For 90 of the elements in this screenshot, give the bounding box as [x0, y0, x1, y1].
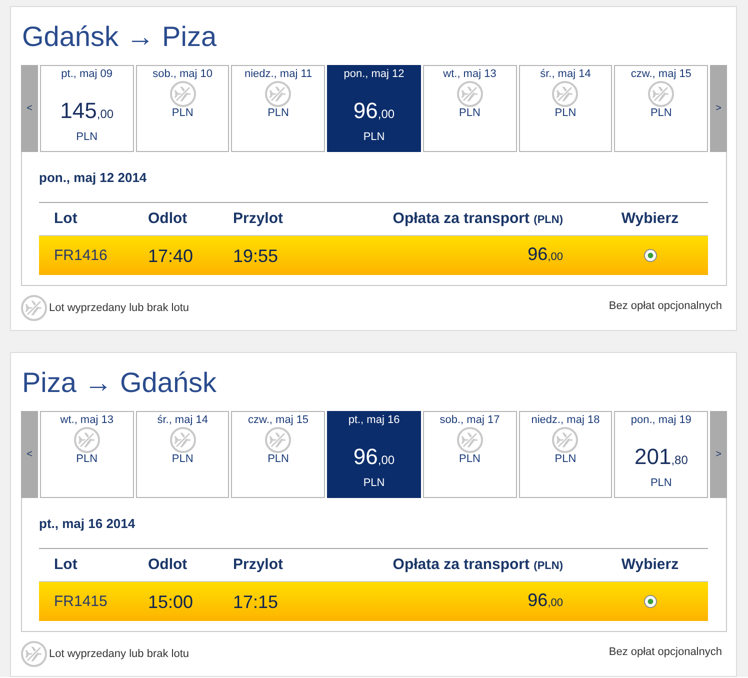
- column-header: Przylot: [233, 556, 284, 574]
- currency-label: PLN: [459, 452, 480, 466]
- optional-fees-note: Bez opłat opcjonalnych: [608, 646, 722, 658]
- fare-price: 96,00: [528, 589, 563, 612]
- column-header: Wybierz: [621, 556, 679, 574]
- currency-label: PLN: [554, 106, 576, 120]
- column-header: Odlot: [148, 556, 188, 574]
- date-tile[interactable]: pt., maj 09 145,00 PLN: [40, 65, 134, 152]
- date-tile[interactable]: pt., maj 16 96,00 PLN: [327, 411, 421, 498]
- departure-time: 15:00: [148, 590, 194, 612]
- plane-crossed-icon: [21, 641, 47, 667]
- select-radio[interactable]: [644, 595, 656, 608]
- date-tile[interactable]: niedz., maj 11 PLN: [231, 65, 326, 152]
- column-header: Lot: [54, 556, 78, 574]
- day-label: pon., maj 12: [344, 67, 404, 81]
- currency-label: PLN: [268, 106, 289, 120]
- plane-crossed-icon: [456, 427, 483, 453]
- plane-crossed-icon: [265, 427, 292, 453]
- currency-label: PLN: [650, 106, 672, 120]
- fare-price: 145,00: [60, 98, 114, 125]
- date-tile[interactable]: niedz., maj 18 PLN: [518, 411, 612, 498]
- plane-crossed-icon: [552, 427, 578, 453]
- date-tile[interactable]: wt., maj 13 PLN: [422, 65, 517, 152]
- day-label: niedz., maj 11: [244, 67, 312, 81]
- date-tile[interactable]: wt., maj 13 PLN: [40, 411, 134, 498]
- plane-crossed-icon: [456, 81, 483, 107]
- plane-crossed-icon: [170, 427, 196, 453]
- column-header: Opłata za transport (PLN): [392, 210, 563, 228]
- day-label: wt., maj 13: [443, 67, 496, 81]
- currency-label: PLN: [172, 106, 194, 120]
- column-header: Wybierz: [621, 210, 679, 228]
- currency-label: PLN: [76, 452, 98, 466]
- previous-dates-button[interactable]: <: [21, 411, 38, 498]
- day-label: niedz., maj 18: [531, 413, 600, 427]
- date-tile[interactable]: czw., maj 15 PLN: [231, 411, 326, 498]
- date-tile[interactable]: śr., maj 14 PLN: [518, 65, 612, 152]
- currency-label: PLN: [172, 452, 194, 466]
- route-title: Piza → Gdańsk: [22, 366, 217, 400]
- column-header: Lot: [54, 210, 78, 228]
- date-tile[interactable]: pon., maj 12 96,00 PLN: [327, 65, 421, 152]
- currency-label: PLN: [459, 106, 480, 120]
- select-radio[interactable]: [644, 249, 656, 262]
- date-tile[interactable]: czw., maj 15 PLN: [614, 65, 708, 152]
- next-dates-button[interactable]: >: [710, 65, 728, 152]
- plane-crossed-icon: [74, 427, 100, 453]
- day-label: śr., maj 14: [540, 67, 591, 81]
- flight-number: FR1416: [54, 246, 108, 264]
- day-label: sob., maj 10: [152, 67, 213, 81]
- fare-price: 96,00: [353, 98, 395, 125]
- day-label: śr., maj 14: [157, 413, 208, 427]
- currency-label: PLN: [650, 476, 672, 490]
- currency-label: PLN: [268, 452, 289, 466]
- legend-text: Lot wyprzedany lub brak lotu: [49, 302, 190, 314]
- date-tile[interactable]: sob., maj 17 PLN: [422, 411, 517, 498]
- selected-date-heading: pon., maj 12 2014: [39, 170, 147, 186]
- plane-crossed-icon: [265, 81, 292, 107]
- arrival-time: 17:15: [233, 590, 278, 612]
- date-tile[interactable]: sob., maj 10 PLN: [136, 65, 230, 152]
- plane-crossed-icon: [170, 81, 196, 107]
- currency-label: PLN: [363, 476, 385, 490]
- route-title: Gdańsk → Piza: [22, 20, 217, 54]
- flight-number: FR1415: [54, 592, 108, 610]
- next-dates-button[interactable]: >: [710, 411, 728, 498]
- date-tile[interactable]: śr., maj 14 PLN: [136, 411, 230, 498]
- day-label: wt., maj 13: [60, 413, 114, 427]
- column-header: Odlot: [148, 210, 188, 228]
- day-label: sob., maj 17: [440, 413, 500, 427]
- selected-date-heading: pt., maj 16 2014: [39, 516, 136, 532]
- plane-crossed-icon: [21, 295, 47, 321]
- arrival-time: 19:55: [233, 244, 278, 266]
- fare-price: 201,80: [634, 444, 688, 471]
- column-header: Przylot: [233, 210, 284, 228]
- day-label: czw., maj 15: [630, 67, 692, 81]
- column-header: Opłata za transport (PLN): [392, 556, 563, 574]
- fare-price: 96,00: [353, 444, 395, 471]
- day-label: pt., maj 09: [61, 67, 113, 81]
- day-label: czw., maj 15: [248, 413, 309, 427]
- optional-fees-note: Bez opłat opcjonalnych: [608, 300, 722, 312]
- departure-time: 17:40: [148, 244, 194, 266]
- day-label: pon., maj 19: [630, 413, 692, 427]
- previous-dates-button[interactable]: <: [21, 65, 38, 152]
- currency-label: PLN: [554, 452, 576, 466]
- currency-label: PLN: [76, 130, 98, 144]
- day-label: pt., maj 16: [348, 413, 400, 427]
- currency-label: PLN: [363, 130, 385, 144]
- fare-price: 96,00: [528, 243, 563, 266]
- plane-crossed-icon: [552, 81, 578, 107]
- date-tile[interactable]: pon., maj 19 201,80 PLN: [614, 411, 708, 498]
- legend-text: Lot wyprzedany lub brak lotu: [49, 648, 190, 660]
- plane-crossed-icon: [648, 81, 674, 107]
